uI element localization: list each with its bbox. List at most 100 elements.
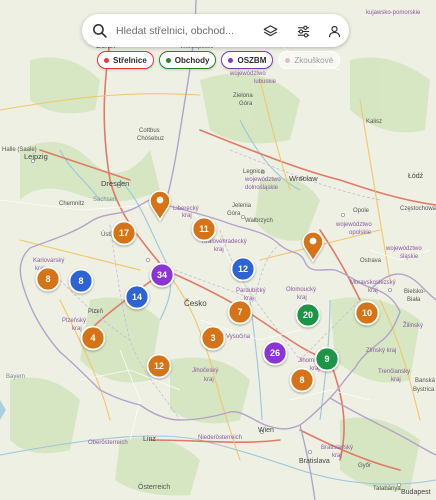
- place-label: województwo: [244, 177, 281, 183]
- place-label: województwo: [229, 71, 266, 77]
- map-canvas[interactable]: BerlinWielkopolskiKaliszŁódźHalle (Saale…: [0, 0, 436, 500]
- place-label: Bystrica: [413, 387, 435, 393]
- chip-color-dot: [228, 57, 234, 63]
- place-label: Karlovarský: [33, 258, 64, 264]
- place-label: opolskie: [349, 230, 372, 236]
- place-label: Žilinský: [403, 321, 423, 329]
- place-label: kraj: [204, 377, 214, 383]
- place-label: Jelenia: [232, 203, 252, 209]
- cluster-marker-orange[interactable]: 8: [289, 367, 315, 393]
- place-label: Chemnitz: [59, 201, 84, 207]
- cluster-count: 10: [362, 308, 372, 318]
- place-label: Ústí: [101, 231, 112, 238]
- place-label: Banská: [415, 378, 436, 384]
- place-label: Góra: [239, 101, 253, 107]
- cluster-marker-purple[interactable]: 26: [262, 340, 288, 366]
- place-label: Łódź: [408, 173, 424, 180]
- place-label: Trenčiansky: [378, 369, 410, 375]
- pin-hole: [309, 237, 317, 245]
- city-dot: [387, 287, 392, 292]
- cluster-count: 11: [199, 224, 209, 234]
- place-label: śląskie: [400, 254, 419, 260]
- filter-sliders-icon: [297, 25, 309, 37]
- filter-chip-oszbm[interactable]: OSZBM: [221, 51, 274, 69]
- place-label: Biała: [407, 297, 421, 303]
- place-label: Linz: [143, 436, 156, 443]
- place-label: Zlínský kraj: [366, 348, 396, 354]
- cluster-marker-orange[interactable]: 11: [191, 216, 217, 242]
- search-icon: [93, 24, 107, 38]
- filter-button[interactable]: [292, 20, 314, 42]
- cluster-count: 4: [90, 333, 95, 343]
- place-label: dolnośląskie: [245, 185, 279, 191]
- place-label: Budapest: [401, 489, 431, 496]
- place-label: Sachsen: [93, 197, 116, 203]
- cluster-marker-blue[interactable]: 14: [124, 284, 150, 310]
- place-label: Moravskoslezský: [350, 280, 396, 286]
- cluster-marker-orange[interactable]: 10: [354, 300, 380, 326]
- cluster-marker-orange[interactable]: 8: [35, 266, 61, 292]
- account-button[interactable]: [323, 20, 345, 42]
- place-label: Opole: [353, 208, 370, 214]
- cluster-marker-blue[interactable]: 12: [230, 256, 256, 282]
- filter-chip-strelnice[interactable]: Střelnice: [97, 51, 154, 69]
- place-label: Kalisz: [366, 119, 382, 125]
- place-label: Niederösterreich: [198, 435, 242, 441]
- cluster-marker-purple[interactable]: 34: [149, 262, 175, 288]
- place-label: Bayern: [6, 374, 25, 380]
- cluster-marker-orange[interactable]: 12: [146, 353, 172, 379]
- place-label: kraj: [391, 377, 401, 383]
- cluster-marker-blue[interactable]: 8: [68, 268, 94, 294]
- place-label: Olomoucký: [286, 287, 316, 293]
- cluster-marker-green[interactable]: 20: [295, 302, 321, 328]
- place-label: Góra: [227, 211, 241, 217]
- search-input[interactable]: [116, 21, 256, 40]
- place-label: Ostrava: [360, 258, 382, 264]
- chip-label: Střelnice: [113, 55, 147, 65]
- cluster-marker-green[interactable]: 9: [314, 346, 340, 372]
- cluster-count: 7: [237, 307, 242, 317]
- cluster-marker-orange[interactable]: 7: [227, 299, 253, 325]
- place-label: Leipzig: [24, 152, 48, 161]
- cluster-count: 8: [45, 274, 50, 284]
- filter-chip-obchody[interactable]: Obchody: [158, 51, 217, 69]
- chip-label: Zkouškové: [294, 55, 334, 65]
- pin-hole: [156, 196, 164, 204]
- place-label: kraj: [332, 453, 342, 459]
- place-label: Cottbus: [139, 128, 160, 134]
- place-label: kraj: [368, 288, 378, 294]
- cluster-count: 20: [303, 310, 313, 320]
- place-label: Wrocław: [289, 174, 318, 183]
- place-label: kraj: [297, 295, 307, 301]
- city-dot: [340, 212, 345, 217]
- chip-label: OSZBM: [237, 55, 267, 65]
- place-label: Zielona: [233, 93, 253, 99]
- cluster-marker-orange[interactable]: 3: [200, 325, 226, 351]
- cluster-count: 14: [132, 292, 142, 302]
- place-label: Győr: [358, 463, 371, 469]
- place-label: Wałbrzych: [245, 218, 273, 224]
- city-dot: [307, 449, 312, 454]
- cluster-marker-orange[interactable]: 17: [111, 220, 137, 246]
- filter-chip-zkouskove[interactable]: Zkouškové: [278, 51, 341, 69]
- place-label: Chóśebuz: [137, 136, 164, 142]
- place-label: kraj: [72, 326, 82, 332]
- city-dot: [145, 257, 150, 262]
- cluster-marker-orange[interactable]: 4: [80, 325, 106, 351]
- place-label: Dresden: [101, 179, 129, 188]
- cluster-count: 12: [154, 361, 164, 371]
- place-label: Plzeňský: [62, 318, 86, 324]
- chip-color-dot: [165, 57, 171, 63]
- place-label: Legnica: [243, 169, 265, 175]
- cluster-count: 3: [210, 333, 215, 343]
- place-label: Jihočeský: [192, 368, 218, 374]
- cluster-count: 9: [324, 354, 329, 364]
- search-bar[interactable]: [82, 14, 349, 47]
- cluster-count: 17: [119, 228, 129, 238]
- place-label: województwo: [385, 246, 422, 252]
- place-label: kujawsko-pomorskie: [366, 10, 421, 16]
- place-label: lubuskie: [254, 79, 277, 85]
- layers-button[interactable]: [259, 20, 281, 42]
- cluster-count: 26: [270, 348, 280, 358]
- filter-chips: Střelnice Obchody OSZBM Zkouškové: [97, 51, 341, 69]
